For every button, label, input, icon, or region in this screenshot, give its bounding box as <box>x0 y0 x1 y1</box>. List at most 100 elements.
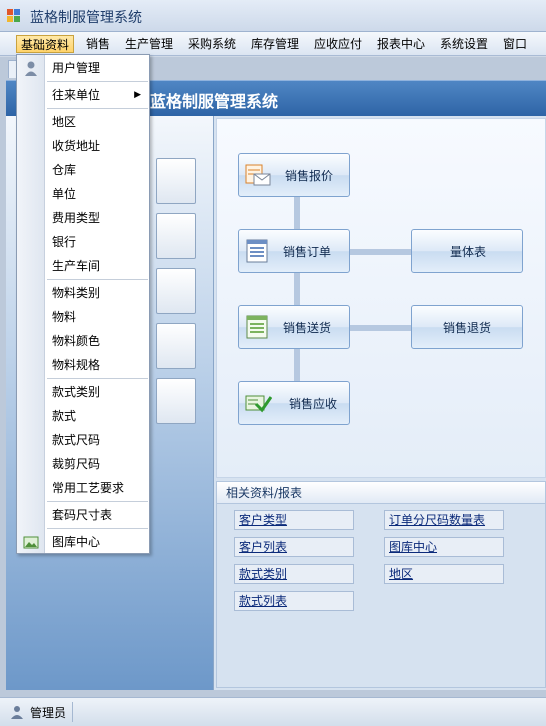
nav-button-4[interactable] <box>156 323 196 369</box>
menu-item-label: 物料规格 <box>52 358 101 372</box>
sales-quote-button[interactable]: 销售报价 <box>238 153 350 197</box>
menu-item-label: 图库中心 <box>52 535 101 549</box>
menu-item-label: 费用类型 <box>52 211 101 225</box>
menu-separator <box>47 501 148 502</box>
current-user: 管理员 <box>30 706 67 720</box>
nav-button-1[interactable] <box>156 158 196 204</box>
nav-button-2[interactable] <box>156 213 196 259</box>
image-icon <box>23 536 39 549</box>
menu-item-workshop[interactable]: 生产车间 <box>17 254 149 278</box>
link-order-size-quantity[interactable]: 订单分尺码数量表 <box>384 510 504 530</box>
menu-item-label: 银行 <box>52 235 77 249</box>
menu-item-unit[interactable]: 单位 <box>17 182 149 206</box>
menu-item-cutting-size[interactable]: 裁剪尺码 <box>17 452 149 476</box>
user-icon <box>11 706 23 719</box>
menu-item-label: 用户管理 <box>52 61 101 75</box>
menu-item-label: 款式 <box>52 409 77 423</box>
menu-inventory[interactable]: 库存管理 <box>247 35 303 53</box>
link-customer-list[interactable]: 客户列表 <box>234 537 354 557</box>
menu-receivable-payable[interactable]: 应收应付 <box>310 35 366 53</box>
menu-report-center[interactable]: 报表中心 <box>373 35 429 53</box>
menu-separator <box>47 528 148 529</box>
sales-delivery-label: 销售送货 <box>283 321 332 335</box>
menu-window[interactable]: 窗口 <box>499 35 531 53</box>
menu-item-style-category[interactable]: 款式类别 <box>17 380 149 404</box>
link-customer-type[interactable]: 客户类型 <box>234 510 354 530</box>
menu-system-settings[interactable]: 系统设置 <box>436 35 492 53</box>
menu-item-user-management[interactable]: 用户管理 <box>17 56 149 80</box>
delivery-icon <box>246 315 268 339</box>
menu-item-label: 物料颜色 <box>52 334 101 348</box>
menu-purchasing[interactable]: 采购系统 <box>184 35 240 53</box>
menu-separator <box>47 108 148 109</box>
menu-item-material[interactable]: 物料 <box>17 305 149 329</box>
status-separator <box>72 702 73 722</box>
menu-item-bank[interactable]: 银行 <box>17 230 149 254</box>
link-style-list[interactable]: 款式列表 <box>234 591 354 611</box>
sales-quote-label: 销售报价 <box>285 169 334 183</box>
status-bar: 管理员 <box>0 697 546 726</box>
sales-return-button[interactable]: 销售退货 <box>411 305 523 349</box>
menu-item-shipping-address[interactable]: 收货地址 <box>17 134 149 158</box>
base-data-dropdown: 用户管理 往来单位 ▶ 地区 收货地址 仓库 单位 费用类型 银行 生产车间 物… <box>16 54 150 554</box>
nav-button-5[interactable] <box>156 378 196 424</box>
related-reports-title: 相关资料/报表 <box>217 482 545 504</box>
sales-order-label: 销售订单 <box>283 245 332 259</box>
measurement-label: 量体表 <box>450 245 487 259</box>
sales-return-label: 销售退货 <box>443 321 492 335</box>
app-icon <box>7 9 21 23</box>
menu-item-process-requirements[interactable]: 常用工艺要求 <box>17 476 149 500</box>
link-image-center[interactable]: 图库中心 <box>384 537 504 557</box>
menu-separator <box>47 378 148 379</box>
nav-button-3[interactable] <box>156 268 196 314</box>
menu-bar: 基础资料 销售 生产管理 采购系统 库存管理 应收应付 报表中心 系统设置 窗口 <box>0 32 546 56</box>
menu-item-material-category[interactable]: 物料类别 <box>17 281 149 305</box>
link-region[interactable]: 地区 <box>384 564 504 584</box>
title-bar: 蓝格制服管理系统 <box>0 0 546 32</box>
submenu-arrow-icon: ▶ <box>134 90 141 100</box>
quote-icon <box>245 164 271 186</box>
menu-item-material-color[interactable]: 物料颜色 <box>17 329 149 353</box>
menu-item-expense-type[interactable]: 费用类型 <box>17 206 149 230</box>
sales-order-button[interactable]: 销售订单 <box>238 229 350 273</box>
menu-item-style-size[interactable]: 款式尺码 <box>17 428 149 452</box>
link-style-category[interactable]: 款式类别 <box>234 564 354 584</box>
sales-delivery-button[interactable]: 销售送货 <box>238 305 350 349</box>
menu-item-label: 物料类别 <box>52 286 101 300</box>
menu-base-data[interactable]: 基础资料 <box>16 35 75 53</box>
menu-item-label: 常用工艺要求 <box>52 481 125 495</box>
sales-receivable-button[interactable]: 销售应收 <box>238 381 350 425</box>
receivable-icon <box>245 395 272 413</box>
menu-item-label: 物料 <box>52 310 77 324</box>
menu-item-label: 仓库 <box>52 163 77 177</box>
menu-item-label: 单位 <box>52 187 77 201</box>
menu-item-label: 款式尺码 <box>52 433 101 447</box>
menu-separator <box>47 279 148 280</box>
menu-item-label: 往来单位 <box>52 88 101 102</box>
menu-item-warehouse[interactable]: 仓库 <box>17 158 149 182</box>
sales-receivable-label: 销售应收 <box>289 397 338 411</box>
order-icon <box>246 239 268 263</box>
menu-item-label: 地区 <box>52 115 77 129</box>
menu-item-image-center[interactable]: 图库中心 <box>17 530 149 554</box>
flow-connector-vertical <box>294 197 300 383</box>
menu-item-style[interactable]: 款式 <box>17 404 149 428</box>
menu-item-size-chart[interactable]: 套码尺寸表 <box>17 503 149 527</box>
menu-item-label: 套码尺寸表 <box>52 508 113 522</box>
measurement-button[interactable]: 量体表 <box>411 229 523 273</box>
flow-connector-order-measure <box>350 249 412 255</box>
menu-separator <box>47 81 148 82</box>
window-title: 蓝格制服管理系统 <box>30 10 142 26</box>
menu-item-material-spec[interactable]: 物料规格 <box>17 353 149 377</box>
menu-item-region[interactable]: 地区 <box>17 110 149 134</box>
menu-item-label: 裁剪尺码 <box>52 457 101 471</box>
menu-sales[interactable]: 销售 <box>82 35 114 53</box>
flow-connector-delivery-return <box>350 325 412 331</box>
menu-production[interactable]: 生产管理 <box>121 35 177 53</box>
menu-item-label: 收货地址 <box>52 139 101 153</box>
menu-item-label: 款式类别 <box>52 385 101 399</box>
main-title: 蓝格制服管理系统 <box>150 92 279 111</box>
menu-item-label: 生产车间 <box>52 259 101 273</box>
menu-item-contacts[interactable]: 往来单位 ▶ <box>17 83 149 107</box>
user-icon <box>25 61 37 76</box>
